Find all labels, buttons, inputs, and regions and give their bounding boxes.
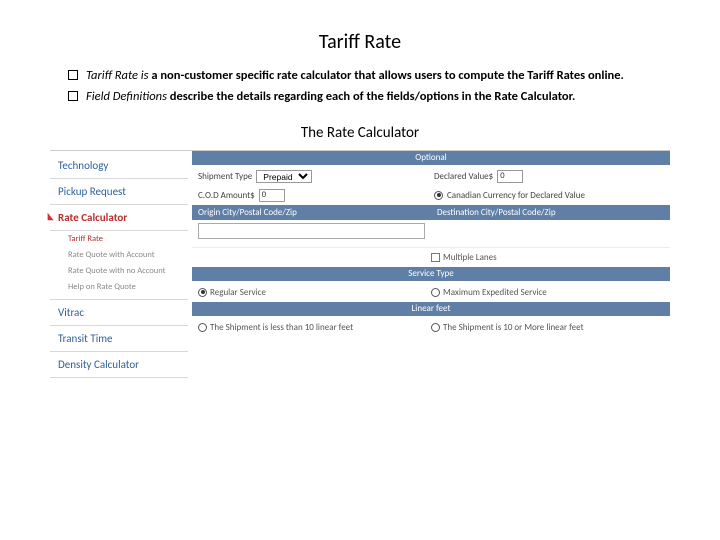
sidebar-sub-quote-no-account[interactable]: Rate Quote with no Account [50,263,188,279]
sidebar-item-pickup[interactable]: Pickup Request [50,179,188,205]
sidebar-sub-help[interactable]: Help on Rate Quote [50,279,188,295]
cod-amount-input[interactable]: 0 [259,189,285,202]
checkbox-bullet-icon [68,70,78,80]
linear-less-label: The Shipment is less than 10 linear feet [210,322,353,333]
sidebar-item-transit-time[interactable]: Transit Time [50,326,188,352]
declared-value-label: Declared Value$ [434,171,493,182]
declared-value-input[interactable]: 0 [497,170,523,183]
sidebar-item-vitrac[interactable]: Vitrac [50,300,188,326]
linear-more-label: The Shipment is 10 or More linear feet [443,322,584,333]
sidebar-sub-quote-account[interactable]: Rate Quote with Account [50,247,188,263]
cod-amount-label: C.O.D Amount$ [198,190,255,201]
destination-header: Destination City/Postal Code/Zip [431,205,670,220]
origin-header: Origin City/Postal Code/Zip [192,205,431,220]
regular-service-label: Regular Service [210,287,266,298]
sidebar-item-technology[interactable]: Technology [50,153,188,179]
max-expedited-label: Maximum Expedited Service [443,287,547,298]
form-area: Optional Shipment Type Prepaid Declared … [188,151,670,378]
sidebar-item-rate-calculator[interactable]: Rate Calculator [50,205,188,231]
service-type-header: Service Type [192,267,670,281]
origin-input[interactable] [198,223,425,239]
page-title: Tariff Rate [50,30,670,54]
shipment-type-select[interactable]: Prepaid [256,170,312,183]
linear-less-radio[interactable] [198,323,207,332]
sidebar: Technology Pickup Request Rate Calculato… [50,151,188,378]
shipment-type-label: Shipment Type [198,171,252,182]
sidebar-item-density-calc[interactable]: Density Calculator [50,352,188,378]
bullet-text: Field Definitions describe the details r… [86,89,575,106]
currency-radio[interactable] [434,191,443,200]
multiple-lanes-checkbox[interactable] [431,253,440,262]
bullet-item: Tariff Rate is a non-customer specific r… [68,68,670,85]
bullet-text: Tariff Rate is a non-customer specific r… [86,68,624,85]
bullet-list: Tariff Rate is a non-customer specific r… [68,68,670,106]
app-screenshot: Technology Pickup Request Rate Calculato… [50,150,670,378]
sidebar-subgroup: Tariff Rate Rate Quote with Account Rate… [50,231,188,300]
linear-feet-header: Linear feet [192,302,670,316]
optional-header: Optional [192,151,670,165]
checkbox-bullet-icon [68,91,78,101]
currency-label: Canadian Currency for Declared Value [447,190,585,201]
bullet-item: Field Definitions describe the details r… [68,89,670,106]
regular-service-radio[interactable] [198,288,207,297]
max-expedited-radio[interactable] [431,288,440,297]
section-subtitle: The Rate Calculator [50,124,670,142]
multiple-lanes-label: Multiple Lanes [443,252,497,263]
sidebar-sub-tariff-rate[interactable]: Tariff Rate [50,231,188,247]
linear-more-radio[interactable] [431,323,440,332]
